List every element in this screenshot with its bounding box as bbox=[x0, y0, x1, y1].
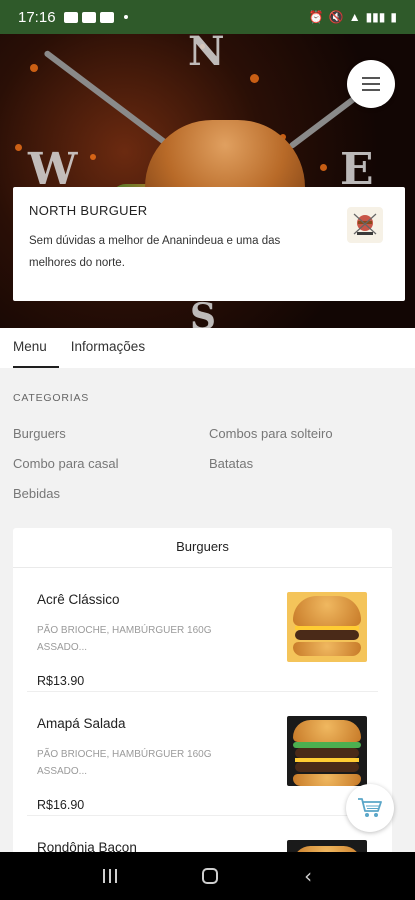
category-link[interactable]: Burguers bbox=[13, 426, 209, 441]
compass-arrow bbox=[43, 49, 183, 157]
categories-section: CATEGORIAS Burguers Combos para solteiro… bbox=[13, 392, 403, 501]
restaurant-name: NORTH BURGUER bbox=[29, 203, 148, 218]
restaurant-info-card: NORTH BURGUER Sem dúvidas a melhor de An… bbox=[13, 187, 405, 301]
product-item[interactable]: Acrê Clássico PÃO BRIOCHE, HAMBÚRGUER 16… bbox=[27, 568, 378, 692]
status-time: 17:16 bbox=[18, 8, 56, 26]
wifi-icon: ▲ bbox=[348, 10, 361, 24]
back-button[interactable]: ‹ bbox=[304, 864, 312, 888]
tab-menu[interactable]: Menu bbox=[13, 328, 59, 368]
system-navigation-bar: ‹ bbox=[0, 852, 415, 900]
home-button[interactable] bbox=[202, 868, 219, 884]
recent-apps-button[interactable] bbox=[102, 869, 117, 883]
product-item[interactable]: Amapá Salada PÃO BRIOCHE, HAMBÚRGUER 160… bbox=[27, 692, 378, 816]
menu-icon bbox=[362, 77, 380, 79]
cart-button[interactable] bbox=[346, 784, 394, 832]
notification-icons bbox=[63, 11, 128, 23]
tab-informacoes[interactable]: Informações bbox=[59, 328, 157, 368]
product-description: PÃO BRIOCHE, HAMBÚRGUER 160G ASSADO... bbox=[37, 749, 212, 777]
section-title: Burguers bbox=[13, 528, 392, 568]
restaurant-logo bbox=[347, 207, 383, 243]
compass-letter: N bbox=[188, 34, 225, 75]
product-image bbox=[287, 716, 367, 786]
product-price: R$13.90 bbox=[37, 674, 85, 688]
notification-icon bbox=[63, 11, 78, 23]
product-name: Amapá Salada bbox=[37, 716, 126, 731]
alarm-icon: ⏰ bbox=[308, 10, 324, 24]
category-link[interactable]: Batatas bbox=[209, 456, 403, 471]
category-link[interactable]: Combo para casal bbox=[13, 456, 209, 471]
system-icons: ⏰ 🔇 ▲ ▮▮▮ ▮ bbox=[309, 10, 397, 24]
mute-icon: 🔇 bbox=[328, 10, 344, 24]
product-name: Acrê Clássico bbox=[37, 592, 120, 607]
menu-icon bbox=[362, 83, 380, 85]
category-link[interactable]: Bebidas bbox=[13, 486, 209, 501]
notification-icon bbox=[81, 11, 96, 23]
products-panel: Burguers Acrê Clássico PÃO BRIOCHE, HAMB… bbox=[13, 528, 392, 858]
battery-icon: ▮ bbox=[390, 10, 397, 24]
tab-bar: Menu Informações bbox=[0, 328, 415, 368]
status-bar: 17:16 ⏰ 🔇 ▲ ▮▮▮ ▮ bbox=[0, 0, 415, 34]
product-description: PÃO BRIOCHE, HAMBÚRGUER 160G ASSADO... bbox=[37, 625, 212, 653]
shopping-cart-icon bbox=[358, 798, 382, 817]
product-price: R$16.90 bbox=[37, 798, 85, 812]
categories-heading: CATEGORIAS bbox=[13, 392, 90, 404]
notification-icon bbox=[99, 11, 114, 23]
category-link[interactable]: Combos para solteiro bbox=[209, 426, 403, 441]
product-image bbox=[287, 592, 367, 662]
more-notifications-icon bbox=[123, 15, 128, 19]
categories-list: Burguers Combos para solteiro Combo para… bbox=[13, 426, 403, 501]
restaurant-description: Sem dúvidas a melhor de Ananindeua e uma… bbox=[29, 235, 281, 269]
hamburger-menu-button[interactable] bbox=[347, 60, 395, 108]
menu-icon bbox=[362, 89, 380, 91]
signal-icon: ▮▮▮ bbox=[365, 10, 386, 24]
